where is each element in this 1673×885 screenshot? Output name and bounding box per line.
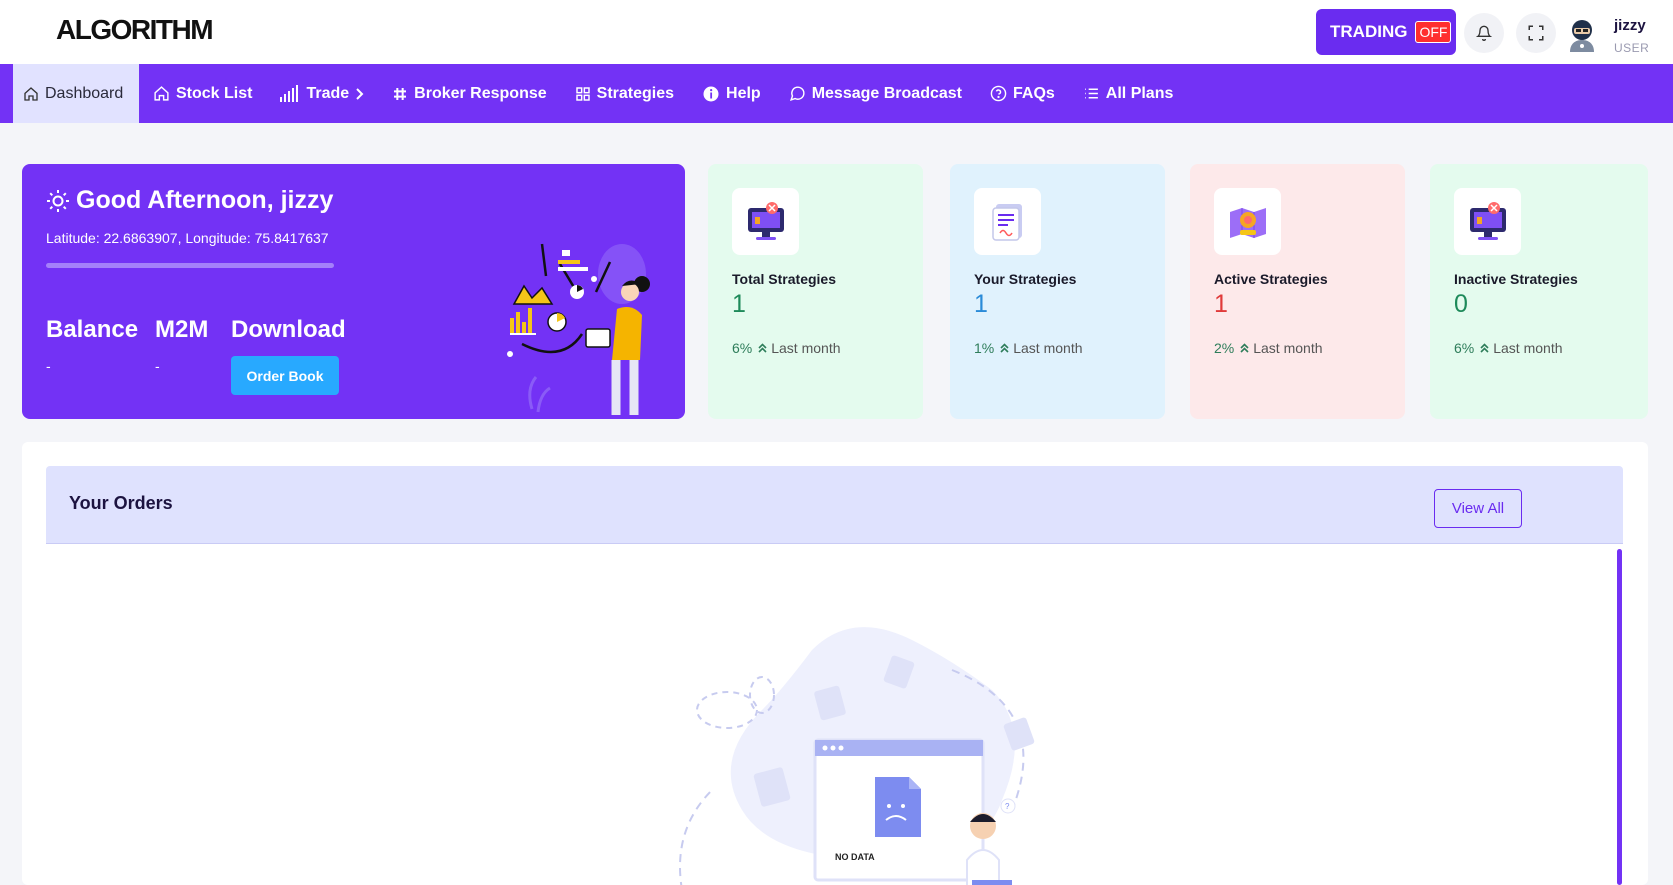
balance-label: Balance [46,316,139,343]
nav-label: Trade [306,84,350,102]
nav-label: Broker Response [414,84,547,102]
orders-title: Your Orders [69,493,173,513]
view-all-button[interactable]: View All [1434,489,1522,528]
nav-label: Help [726,84,761,102]
trend-period: Last month [1253,340,1323,356]
stat-card-inactive-strategies[interactable]: Inactive Strategies 0 6% Last month [1430,164,1648,419]
nav-item-all-plans[interactable]: All Plans [1069,64,1188,123]
welcome-card: Good Afternoon, jizzy Latitude: 22.68639… [22,164,685,419]
m2m-label: M2M [155,316,209,343]
user-avatar[interactable] [1567,18,1597,52]
trend-period: Last month [1013,340,1083,356]
user-role: USER [1614,41,1650,55]
double-chevron-up-icon [1000,343,1009,353]
nav-item-trade[interactable]: Trade [266,64,378,123]
list-icon [1083,85,1100,102]
nav-label: Message Broadcast [811,84,962,102]
card-value: 0 [1454,290,1468,318]
m2m-value: - [155,358,160,374]
nav-label: Stock List [176,84,253,102]
greeting-text: Good Afternoon, jizzy [76,186,334,214]
no-data-illustration: ? [679,627,1035,885]
no-data-label: NO DATA [835,852,875,862]
nav-item-broker-response[interactable]: Broker Response [378,64,561,123]
nav-label: FAQs [1013,84,1055,102]
analytics-illustration [507,243,650,415]
double-chevron-up-icon [1240,343,1249,353]
nav-item-message-broadcast[interactable]: Message Broadcast [775,64,976,123]
trend-percent: 6% [732,340,753,356]
document-3d-icon [974,188,1041,255]
trend-percent: 6% [1454,340,1475,356]
double-chevron-up-icon [758,343,767,353]
nav-item-dashboard[interactable]: Dashboard [13,64,139,123]
home-icon [23,86,39,102]
expand-icon [1528,25,1544,41]
balance-value: - [46,358,51,374]
trend-percent: 1% [974,340,995,356]
chevron-right-icon [356,87,364,100]
signal-bars-icon [280,85,300,102]
trading-status-badge: OFF [1415,21,1452,43]
nav-label: Dashboard [45,84,124,102]
stat-card-active-strategies[interactable]: Active Strategies 1 2% Last month [1190,164,1405,419]
card-title: Active Strategies [1214,271,1328,287]
trend-period: Last month [771,340,841,356]
card-title: Inactive Strategies [1454,271,1578,287]
double-chevron-up-icon [1480,343,1489,353]
hash-icon [392,86,408,102]
map-target-3d-icon [1214,188,1281,255]
card-title: Total Strategies [732,271,836,287]
location-coordinates: Latitude: 22.6863907, Longitude: 75.8417… [46,230,329,246]
monitor-3d-icon [732,188,799,255]
divider-bar [46,263,334,268]
card-trend: 1% Last month [974,340,1083,356]
nav-item-help[interactable]: Help [688,64,775,123]
grid-icon [575,86,591,102]
question-circle-icon [990,85,1007,102]
bell-icon [1476,25,1492,41]
fullscreen-button[interactable] [1516,13,1556,53]
card-trend: 6% Last month [732,340,841,356]
chat-bubble-icon [789,85,806,102]
card-trend: 6% Last month [1454,340,1563,356]
stat-card-your-strategies[interactable]: Your Strategies 1 1% Last month [950,164,1165,419]
card-title: Your Strategies [974,271,1077,287]
main-navigation: Dashboard Stock List Trade Broker Respon… [0,64,1673,123]
app-logo[interactable]: ALGORITHM [56,14,214,46]
download-label: Download [231,316,346,343]
stat-card-total-strategies[interactable]: Total Strategies 1 6% Last month [708,164,923,419]
nav-label: Strategies [596,84,675,102]
nav-item-faqs[interactable]: FAQs [976,64,1069,123]
sun-icon [47,189,69,212]
card-value: 1 [732,290,746,318]
nav-label: All Plans [1105,84,1174,102]
card-value: 1 [974,290,988,318]
scrollbar[interactable] [1617,549,1622,885]
trading-label: TRADING [1330,22,1408,41]
user-name[interactable]: jizzy [1614,17,1646,34]
monitor-3d-icon [1454,188,1521,255]
nav-item-strategies[interactable]: Strategies [561,64,688,123]
card-trend: 2% Last month [1214,340,1323,356]
orders-header: Your Orders View All [46,466,1623,544]
trading-toggle-button[interactable]: TRADING OFF [1316,9,1456,55]
svg-text:?: ? [1005,802,1010,811]
top-header: ALGORITHM TRADING OFF jizzy USER [0,0,1673,64]
card-value: 1 [1214,290,1228,318]
greeting-heading: Good Afternoon, jizzy [46,186,333,215]
orders-panel: Your Orders View All ? [22,442,1648,885]
home-icon [153,85,170,102]
notifications-button[interactable] [1464,13,1504,53]
nav-item-stock-list[interactable]: Stock List [139,64,266,123]
order-book-button[interactable]: Order Book [231,356,339,395]
info-icon [702,85,720,103]
trend-percent: 2% [1214,340,1235,356]
trend-period: Last month [1493,340,1563,356]
